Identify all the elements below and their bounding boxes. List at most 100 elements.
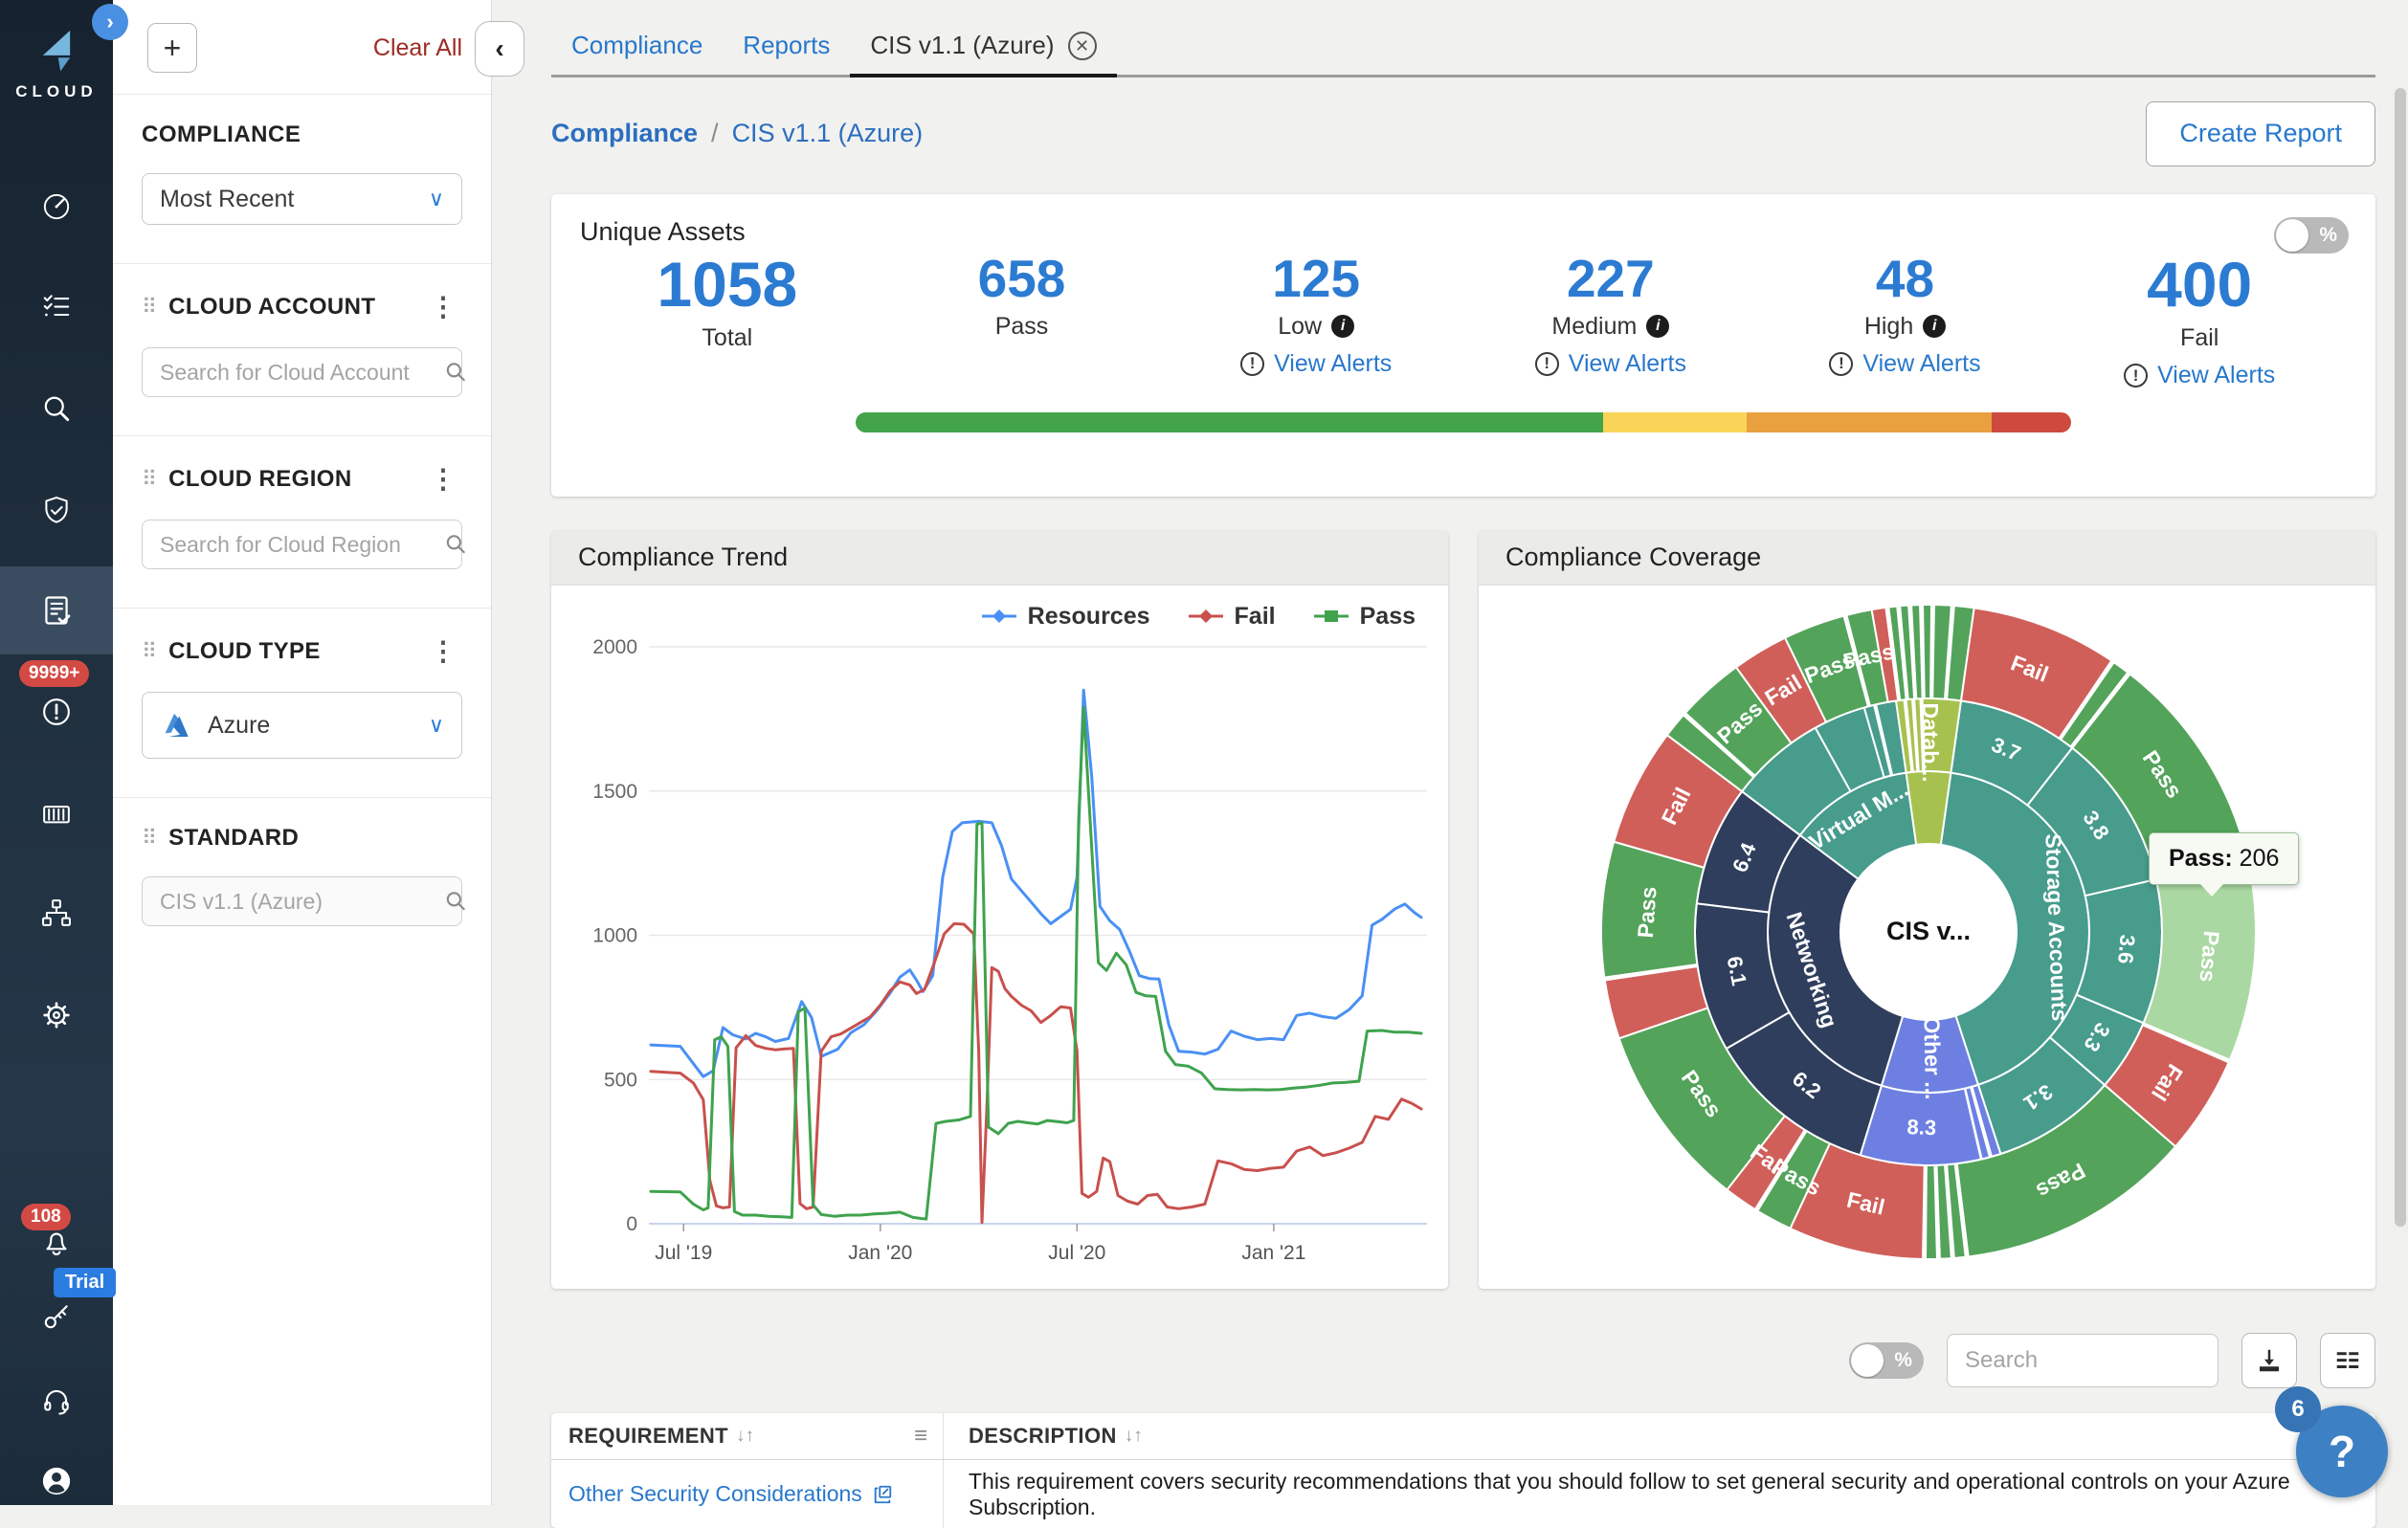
tab-reports[interactable]: Reports bbox=[723, 25, 850, 78]
svg-text:CIS v...: CIS v... bbox=[1886, 917, 1971, 945]
sunburst-tooltip: Pass: 206 bbox=[2149, 832, 2299, 885]
sunburst-leaf-pass[interactable] bbox=[1926, 1164, 1937, 1258]
alert-circle-icon: ! bbox=[1535, 352, 1559, 376]
cloud-account-search-input[interactable] bbox=[160, 360, 443, 386]
filter-group-label: CLOUD TYPE bbox=[168, 638, 412, 665]
view-alerts-link-medium[interactable]: ! View Alerts bbox=[1463, 350, 1758, 378]
sidebar-item-policies[interactable] bbox=[0, 272, 113, 341]
sidebar-item-compliance[interactable] bbox=[0, 566, 113, 654]
clear-all-button[interactable]: Clear All bbox=[373, 34, 462, 62]
sidebar-expand-button[interactable]: › bbox=[92, 4, 128, 40]
sidebar-item-containers[interactable] bbox=[0, 780, 113, 849]
requirement-description: This requirement covers security recomme… bbox=[969, 1469, 2375, 1520]
sort-icon[interactable]: ↓↑ bbox=[736, 1426, 754, 1447]
cloud-region-search[interactable] bbox=[142, 520, 462, 569]
scrollbar-thumb[interactable] bbox=[2395, 88, 2406, 1227]
alerts-icon bbox=[38, 694, 75, 730]
app-logo[interactable]: CLOUD bbox=[0, 25, 113, 101]
view-alerts-link-fail[interactable]: ! View Alerts bbox=[2052, 362, 2347, 389]
legend-resources[interactable]: Resources bbox=[982, 603, 1150, 631]
standard-search[interactable] bbox=[142, 876, 462, 926]
column-settings-button[interactable] bbox=[2320, 1333, 2375, 1388]
download-icon bbox=[2255, 1346, 2284, 1375]
standard-search-input[interactable] bbox=[160, 889, 443, 915]
kebab-menu-icon[interactable]: ⋮ bbox=[424, 291, 462, 322]
sort-icon[interactable]: ↓↑ bbox=[1125, 1426, 1143, 1447]
alert-circle-icon: ! bbox=[1829, 352, 1853, 376]
view-alerts-link-low[interactable]: ! View Alerts bbox=[1169, 350, 1463, 378]
sort-select[interactable]: Most Recent ∨ bbox=[142, 173, 462, 225]
bar-segment-medium bbox=[1747, 412, 1993, 432]
info-icon[interactable]: i bbox=[1646, 315, 1669, 338]
help-button[interactable]: ? 6 bbox=[2296, 1406, 2388, 1497]
drag-handle-icon[interactable]: ⠿ bbox=[142, 295, 157, 320]
cloud-type-select[interactable]: Azure ∨ bbox=[142, 692, 462, 759]
tab-compliance[interactable]: Compliance bbox=[551, 25, 723, 78]
drag-handle-icon[interactable]: ⠿ bbox=[142, 826, 157, 851]
containers-icon bbox=[38, 796, 75, 832]
legend-fail[interactable]: Fail bbox=[1189, 603, 1276, 631]
main-content: Compliance Reports CIS v1.1 (Azure) ✕ Co… bbox=[492, 0, 2408, 1505]
fail-marker-icon bbox=[1189, 609, 1223, 624]
compliance-doc-icon bbox=[37, 591, 76, 630]
view-alerts-link-high[interactable]: ! View Alerts bbox=[1758, 350, 2053, 378]
bar-segment-pass bbox=[856, 412, 1603, 432]
add-filter-button[interactable]: + bbox=[147, 23, 197, 73]
download-button[interactable] bbox=[2241, 1333, 2297, 1388]
table-search[interactable] bbox=[1947, 1334, 2218, 1387]
breadcrumb-cis-v11-azure[interactable]: CIS v1.1 (Azure) bbox=[732, 119, 924, 148]
sidebar-item-support[interactable] bbox=[0, 1366, 113, 1435]
breadcrumb-compliance[interactable]: Compliance bbox=[551, 119, 698, 148]
unique-assets-title: Unique Assets bbox=[580, 217, 2347, 247]
sidebar-item-settings[interactable] bbox=[0, 981, 113, 1050]
svg-text:Other ...: Other ... bbox=[1919, 1016, 1946, 1099]
requirement-link[interactable]: Other Security Considerations bbox=[569, 1481, 893, 1507]
table-percent-toggle[interactable]: % bbox=[1849, 1342, 1924, 1379]
compliance-coverage-sunburst[interactable]: FailPassPassFailPassFailPassFailPassPass… bbox=[1479, 586, 2375, 1289]
compliance-trend-chart[interactable]: 0500100015002000Jul '19Jan '20Jul '20Jan… bbox=[551, 586, 1448, 1289]
svg-text:Jul '20: Jul '20 bbox=[1048, 1242, 1105, 1264]
trend-card-title: Compliance Trend bbox=[551, 531, 1448, 586]
column-header-requirement[interactable]: REQUIREMENT bbox=[569, 1424, 728, 1449]
svg-text:Datab...: Datab... bbox=[1918, 702, 1943, 782]
close-tab-icon[interactable]: ✕ bbox=[1068, 32, 1097, 60]
table-row[interactable]: Other Security Considerations This requi… bbox=[551, 1460, 2375, 1528]
svg-text:2000: 2000 bbox=[592, 636, 637, 658]
svg-text:1500: 1500 bbox=[592, 780, 637, 802]
column-menu-icon[interactable]: ≡ bbox=[914, 1423, 927, 1450]
collapse-panel-button[interactable]: ‹ bbox=[475, 21, 524, 77]
sidebar-item-alerts[interactable] bbox=[0, 677, 113, 746]
cloud-region-search-input[interactable] bbox=[160, 532, 443, 558]
sidebar-item-profile[interactable] bbox=[0, 1447, 113, 1516]
notifications-count-badge: 108 bbox=[21, 1204, 71, 1230]
info-icon[interactable]: i bbox=[1331, 315, 1354, 338]
help-count-badge: 6 bbox=[2275, 1386, 2321, 1432]
kebab-menu-icon[interactable]: ⋮ bbox=[424, 635, 462, 667]
cloud-account-search[interactable] bbox=[142, 347, 462, 397]
filter-panel: + Clear All COMPLIANCE Most Recent ∨ ⠿ C… bbox=[113, 0, 492, 1505]
drag-handle-icon[interactable]: ⠿ bbox=[142, 639, 157, 664]
legend-pass[interactable]: Pass bbox=[1314, 603, 1416, 631]
column-header-description[interactable]: DESCRIPTION bbox=[969, 1424, 1117, 1449]
percent-toggle[interactable]: % bbox=[2274, 217, 2349, 254]
svg-text:Pass: Pass bbox=[2196, 929, 2225, 983]
sidebar-item-investigate[interactable] bbox=[0, 375, 113, 444]
shield-check-icon bbox=[38, 493, 75, 529]
sunburst-leaf-pass[interactable] bbox=[1923, 605, 1931, 698]
page-scrollbar[interactable] bbox=[2393, 0, 2408, 1505]
tab-cis-v11-azure[interactable]: CIS v1.1 (Azure) ✕ bbox=[850, 25, 1116, 78]
info-icon[interactable]: i bbox=[1923, 315, 1946, 338]
table-search-input[interactable] bbox=[1965, 1347, 2262, 1374]
sidebar-item-dashboard[interactable] bbox=[0, 172, 113, 241]
cloud-type-value: Azure bbox=[208, 712, 270, 740]
compliance-trend-card: Compliance Trend Resources Fail Pass bbox=[551, 531, 1448, 1289]
drag-handle-icon[interactable]: ⠿ bbox=[142, 467, 157, 492]
trend-legend: Resources Fail Pass bbox=[982, 603, 1416, 631]
create-report-button[interactable]: Create Report bbox=[2146, 101, 2375, 166]
sidebar-item-security[interactable] bbox=[0, 476, 113, 545]
sidebar-item-network[interactable] bbox=[0, 878, 113, 947]
compliance-coverage-card: Compliance Coverage FailPassPassFailPass… bbox=[1479, 531, 2375, 1289]
kebab-menu-icon[interactable]: ⋮ bbox=[424, 463, 462, 495]
requirements-table: REQUIREMENT ↓↑ ≡ DESCRIPTION ↓↑ Other Se… bbox=[551, 1413, 2375, 1528]
table-toolbar: % bbox=[551, 1333, 2375, 1388]
